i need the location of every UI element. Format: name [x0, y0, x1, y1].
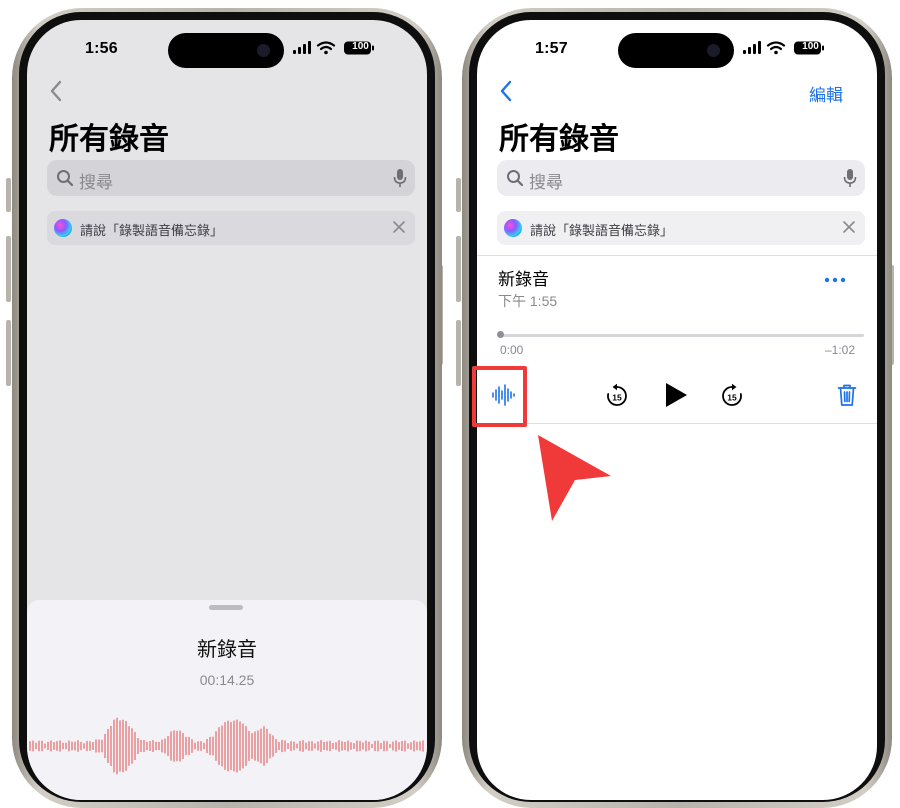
- siri-suggestion[interactable]: 請說「錄製語音備忘錄」: [47, 211, 415, 245]
- search-input[interactable]: 搜尋: [497, 160, 865, 196]
- svg-text:15: 15: [612, 393, 622, 403]
- svg-text:15: 15: [727, 393, 737, 403]
- recording-sheet: 新錄音 00:14.25: [27, 600, 427, 800]
- page-title: 所有錄音: [499, 123, 619, 156]
- live-waveform: [29, 717, 424, 775]
- wifi-icon: [766, 41, 786, 51]
- page-title: 所有錄音: [49, 123, 169, 156]
- skip-forward-15-icon[interactable]: 15: [720, 383, 744, 409]
- siri-suggestion[interactable]: 請說「錄製語音備忘錄」: [497, 211, 865, 245]
- recording-name[interactable]: 新錄音: [498, 265, 549, 290]
- siri-suggestion-text: 請說「錄製語音備忘錄」: [80, 223, 224, 238]
- highlight-box: [472, 366, 527, 427]
- back-chevron-icon[interactable]: [499, 80, 513, 102]
- list-separator: [477, 255, 877, 256]
- cellular-signal-icon: [293, 41, 311, 54]
- recording-timer: 00:14.25: [199, 672, 255, 688]
- close-icon[interactable]: [841, 219, 857, 235]
- right-phone-screen: 1:57 100 編輯 所有錄音 搜尋 請說「錄製語音備忘錄」 新錄音 下午 1…: [477, 20, 877, 800]
- elapsed-time: 0:00: [500, 343, 524, 357]
- play-icon[interactable]: [663, 381, 689, 409]
- search-placeholder: 搜尋: [79, 173, 113, 192]
- list-separator: [477, 423, 877, 424]
- volume-up-button: [6, 236, 11, 302]
- left-phone-screen: 1:56 100 所有錄音 搜尋 請說「錄製語音備忘錄」 新錄音 00:14.2…: [27, 20, 427, 800]
- action-button: [456, 178, 461, 212]
- remaining-time: –1:02: [824, 343, 855, 357]
- more-options-icon[interactable]: [824, 277, 846, 283]
- dynamic-island: [168, 33, 284, 68]
- siri-icon: [504, 219, 522, 237]
- edit-button[interactable]: 編輯: [809, 81, 843, 106]
- close-icon[interactable]: [391, 219, 407, 235]
- volume-down-button: [456, 320, 461, 386]
- microphone-icon[interactable]: [843, 168, 857, 188]
- siri-suggestion-text: 請說「錄製語音備忘錄」: [530, 223, 674, 238]
- battery-level: 100: [802, 41, 819, 52]
- status-time: 1:57: [535, 40, 568, 57]
- recording-date: 下午 1:55: [498, 293, 558, 309]
- volume-down-button: [6, 320, 11, 386]
- battery-level: 100: [352, 41, 369, 52]
- front-camera: [257, 44, 270, 57]
- wifi-icon: [316, 41, 336, 51]
- cellular-signal-icon: [743, 41, 761, 54]
- volume-up-button: [456, 236, 461, 302]
- sheet-grabber[interactable]: [209, 605, 243, 610]
- status-time: 1:56: [85, 40, 118, 57]
- trash-icon[interactable]: [837, 383, 857, 407]
- scrubber-knob[interactable]: [497, 331, 504, 338]
- front-camera: [707, 44, 720, 57]
- playback-scrubber[interactable]: [499, 334, 864, 337]
- action-button: [6, 178, 11, 212]
- microphone-icon[interactable]: [393, 168, 407, 188]
- pointer-arrow-icon: [538, 435, 611, 521]
- search-input[interactable]: 搜尋: [47, 160, 415, 196]
- skip-back-15-icon[interactable]: 15: [605, 383, 629, 409]
- back-chevron-icon[interactable]: [49, 80, 63, 102]
- dynamic-island: [618, 33, 734, 68]
- search-placeholder: 搜尋: [529, 173, 563, 192]
- search-icon: [57, 170, 74, 187]
- search-icon: [507, 170, 524, 187]
- siri-icon: [54, 219, 72, 237]
- recording-title: 新錄音: [197, 639, 257, 661]
